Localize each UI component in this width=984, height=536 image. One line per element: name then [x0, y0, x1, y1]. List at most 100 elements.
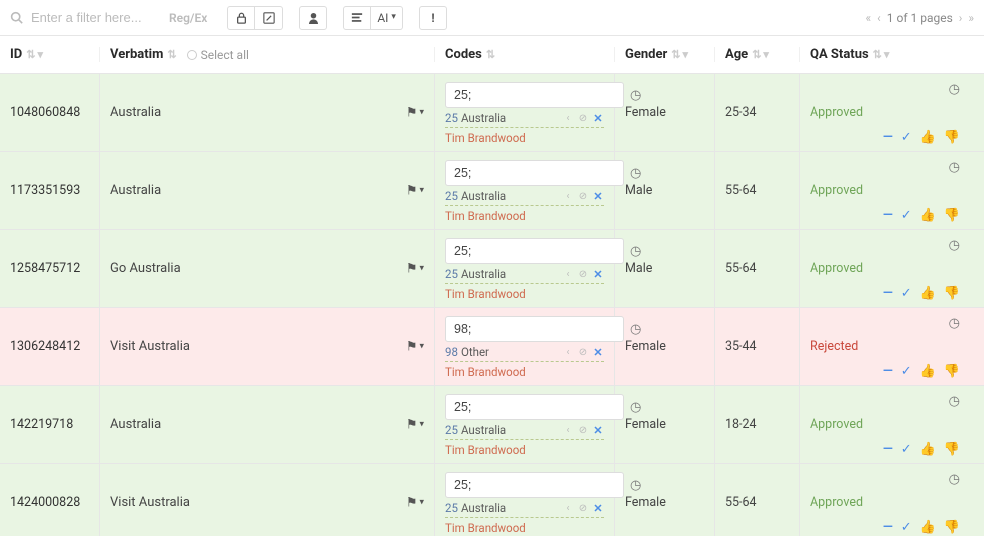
qa-action-reset[interactable]: —: [883, 364, 893, 379]
qa-action-dislike[interactable]: 👎: [944, 286, 960, 301]
code-action-left[interactable]: ‹: [562, 112, 574, 124]
header-id[interactable]: ID ⇅▾: [0, 47, 100, 62]
qa-action-like[interactable]: 👍: [920, 286, 936, 301]
qa-action-approve[interactable]: ✓: [901, 286, 912, 301]
qa-action-like[interactable]: 👍: [920, 208, 936, 223]
code-action-remove[interactable]: ✕: [592, 346, 604, 358]
code-action-remove[interactable]: ✕: [592, 424, 604, 436]
code-action-clear[interactable]: ⊘: [577, 190, 589, 202]
code-action-left[interactable]: ‹: [562, 346, 574, 358]
code-input[interactable]: [445, 82, 624, 108]
history-button[interactable]: ◷: [630, 478, 641, 493]
code-action-clear[interactable]: ⊘: [577, 424, 589, 436]
qa-history-button[interactable]: ◷: [949, 82, 960, 97]
qa-status-text: Approved: [810, 495, 863, 510]
sort-gender[interactable]: ⇅▾: [671, 48, 688, 61]
pager-last[interactable]: »: [968, 11, 974, 25]
regex-toggle[interactable]: Reg/Ex: [165, 11, 211, 25]
header-gender[interactable]: Gender ⇅▾: [615, 47, 715, 62]
flag-dropdown[interactable]: ⚑▾: [406, 417, 424, 432]
filter-input[interactable]: [29, 9, 159, 26]
lines-button[interactable]: [343, 6, 371, 30]
header-qa[interactable]: QA Status ⇅▾: [800, 47, 970, 62]
pager-prev[interactable]: ‹: [877, 11, 881, 25]
qa-action-dislike[interactable]: 👎: [944, 364, 960, 379]
qa-action-approve[interactable]: ✓: [901, 130, 912, 145]
qa-action-dislike[interactable]: 👎: [944, 520, 960, 535]
sort-verbatim[interactable]: ⇅: [167, 48, 176, 61]
code-input[interactable]: [445, 238, 624, 264]
flag-dropdown[interactable]: ⚑▾: [406, 261, 424, 276]
history-button[interactable]: ◷: [630, 322, 641, 337]
qa-action-like[interactable]: 👍: [920, 130, 936, 145]
x-circle-icon: ⊘: [579, 503, 587, 514]
qa-action-reset[interactable]: —: [883, 520, 893, 535]
history-button[interactable]: ◷: [630, 88, 641, 103]
history-button[interactable]: ◷: [630, 400, 641, 415]
grid-body[interactable]: 1048060848Australia⚑▾◷25Australia‹⊘✕Tim …: [0, 74, 984, 536]
flag-dropdown[interactable]: ⚑▾: [406, 183, 424, 198]
verbatim-text: Australia: [110, 183, 161, 198]
code-action-remove[interactable]: ✕: [592, 190, 604, 202]
qa-action-reset[interactable]: —: [883, 208, 893, 223]
qa-history-button[interactable]: ◷: [949, 316, 960, 331]
sort-age[interactable]: ⇅▾: [752, 48, 769, 61]
qa-actions: — ✓ 👍 👎: [883, 286, 960, 301]
cell-gender: Female: [615, 464, 715, 536]
code-action-left[interactable]: ‹: [562, 502, 574, 514]
flag-dropdown[interactable]: ⚑▾: [406, 495, 424, 510]
code-action-left[interactable]: ‹: [562, 424, 574, 436]
history-button[interactable]: ◷: [630, 166, 641, 181]
qa-history-button[interactable]: ◷: [949, 160, 960, 175]
code-mini-actions: ‹⊘✕: [562, 346, 604, 358]
code-input[interactable]: [445, 472, 624, 498]
code-action-remove[interactable]: ✕: [592, 502, 604, 514]
code-action-left[interactable]: ‹: [562, 268, 574, 280]
code-input[interactable]: [445, 394, 624, 420]
sort-codes[interactable]: ⇅: [486, 48, 495, 61]
qa-action-reset[interactable]: —: [883, 130, 893, 145]
code-action-remove[interactable]: ✕: [592, 112, 604, 124]
qa-action-approve[interactable]: ✓: [901, 364, 912, 379]
code-input[interactable]: [445, 160, 624, 186]
flag-dropdown[interactable]: ⚑▾: [406, 105, 424, 120]
chevron-left-icon: ‹: [566, 269, 569, 280]
pager-first[interactable]: «: [866, 11, 872, 25]
lock-button[interactable]: [227, 6, 255, 30]
qa-action-like[interactable]: 👍: [920, 364, 936, 379]
code-action-clear[interactable]: ⊘: [577, 346, 589, 358]
qa-action-approve[interactable]: ✓: [901, 442, 912, 457]
sort-qa[interactable]: ⇅▾: [873, 48, 890, 61]
code-action-remove[interactable]: ✕: [592, 268, 604, 280]
qa-action-dislike[interactable]: 👎: [944, 442, 960, 457]
flag-dropdown[interactable]: ⚑▾: [406, 339, 424, 354]
code-action-clear[interactable]: ⊘: [577, 268, 589, 280]
code-input[interactable]: [445, 316, 624, 342]
sort-id[interactable]: ⇅▾: [26, 48, 43, 61]
header-age[interactable]: Age ⇅▾: [715, 47, 800, 62]
qa-history-button[interactable]: ◷: [949, 394, 960, 409]
alert-button[interactable]: !: [419, 6, 447, 30]
qa-action-dislike[interactable]: 👎: [944, 130, 960, 145]
qa-action-reset[interactable]: —: [883, 286, 893, 301]
code-action-clear[interactable]: ⊘: [577, 112, 589, 124]
qa-history-button[interactable]: ◷: [949, 472, 960, 487]
qa-action-dislike[interactable]: 👎: [944, 208, 960, 223]
select-all-toggle[interactable]: Select all: [187, 48, 249, 62]
qa-history-button[interactable]: ◷: [949, 238, 960, 253]
ai-dropdown-button[interactable]: AI▾: [371, 6, 403, 30]
header-verbatim[interactable]: Verbatim ⇅ Select all: [100, 47, 435, 62]
history-button[interactable]: ◷: [630, 244, 641, 259]
qa-action-approve[interactable]: ✓: [901, 208, 912, 223]
edit-button[interactable]: [255, 6, 283, 30]
code-action-left[interactable]: ‹: [562, 190, 574, 202]
qa-action-like[interactable]: 👍: [920, 520, 936, 535]
qa-action-like[interactable]: 👍: [920, 442, 936, 457]
qa-action-reset[interactable]: —: [883, 442, 893, 457]
code-action-clear[interactable]: ⊘: [577, 502, 589, 514]
user-button[interactable]: [299, 6, 327, 30]
header-codes[interactable]: Codes ⇅: [435, 47, 615, 62]
gender-text: Male: [625, 261, 652, 276]
qa-action-approve[interactable]: ✓: [901, 520, 912, 535]
pager-next[interactable]: ›: [959, 11, 963, 25]
